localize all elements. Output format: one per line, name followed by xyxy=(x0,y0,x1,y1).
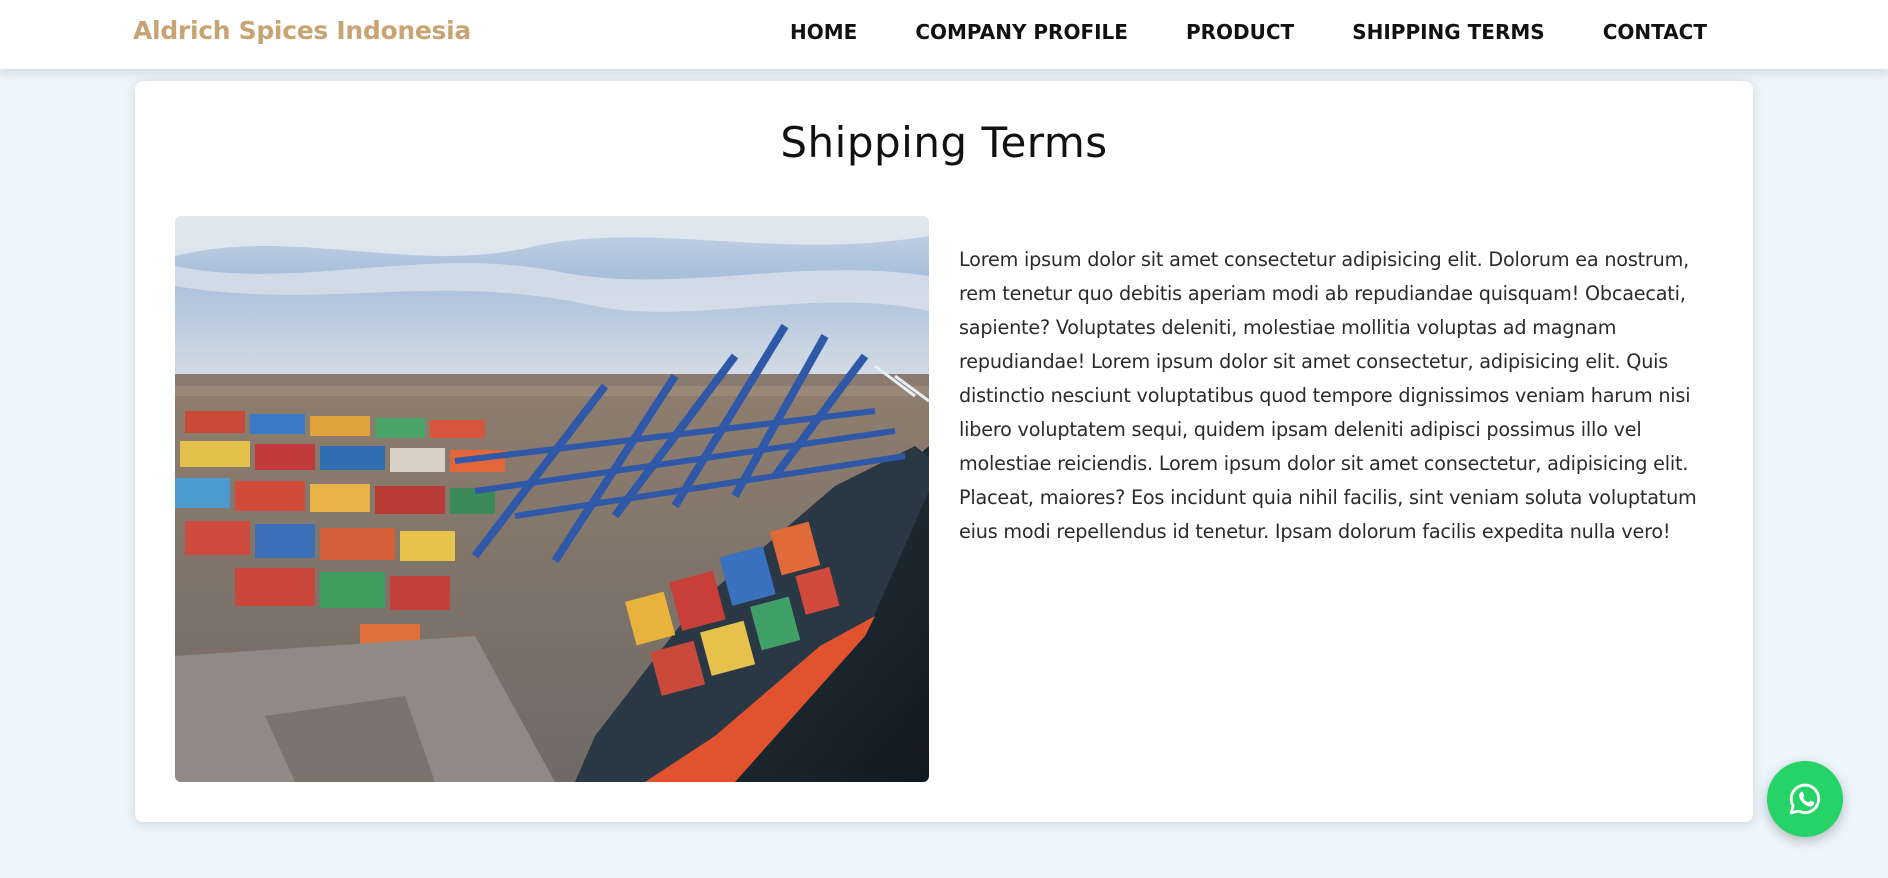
navbar: Aldrich Spices Indonesia HOME COMPANY PR… xyxy=(0,0,1888,69)
main-nav: HOME COMPANY PROFILE PRODUCT SHIPPING TE… xyxy=(790,0,1707,64)
nav-item-product: PRODUCT xyxy=(1186,20,1294,44)
nav-link-shipping-terms[interactable]: SHIPPING TERMS xyxy=(1352,20,1544,44)
brand-logo-link[interactable]: Aldrich Spices Indonesia xyxy=(133,16,471,45)
nav-link-product[interactable]: PRODUCT xyxy=(1186,20,1294,44)
nav-link-company-profile[interactable]: COMPANY PROFILE xyxy=(915,20,1128,44)
shipping-terms-body: Lorem ipsum dolor sit amet consectetur a… xyxy=(959,248,1697,543)
nav-item-contact: CONTACT xyxy=(1603,20,1707,44)
container-port-photo xyxy=(175,216,929,782)
shipping-terms-card: Shipping Terms Lorem ipsum dolor sit ame… xyxy=(135,81,1753,822)
nav-item-home: HOME xyxy=(790,20,857,44)
nav-link-contact[interactable]: CONTACT xyxy=(1603,20,1707,44)
nav-item-shipping-terms: SHIPPING TERMS xyxy=(1352,20,1544,44)
whatsapp-icon xyxy=(1789,783,1821,815)
nav-item-company-profile: COMPANY PROFILE xyxy=(915,20,1128,44)
page-title: Shipping Terms xyxy=(780,118,1108,167)
whatsapp-chat-button[interactable] xyxy=(1767,761,1843,837)
nav-link-home[interactable]: HOME xyxy=(790,20,857,44)
